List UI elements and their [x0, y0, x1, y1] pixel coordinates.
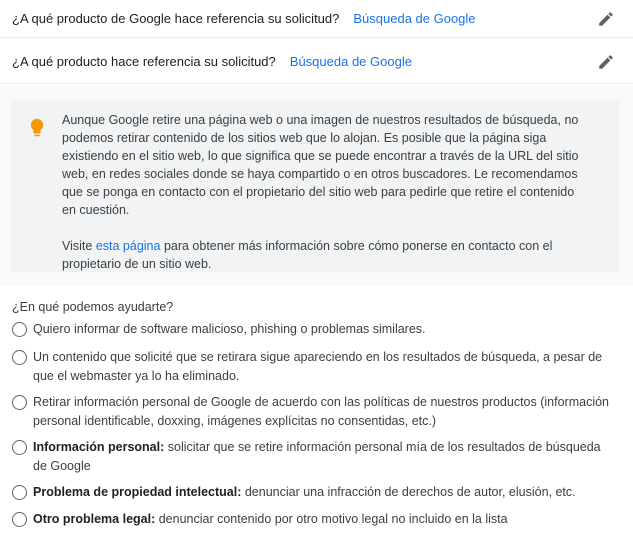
- question-label: ¿A qué producto de Google hace referenci…: [12, 11, 340, 26]
- option-other-legal-issue[interactable]: Otro problema legal: denunciar contenido…: [12, 510, 612, 529]
- info-text-prefix: Visite: [62, 239, 96, 253]
- radio-button[interactable]: [12, 484, 27, 500]
- info-section: Aunque Google retire una página web o un…: [0, 86, 633, 286]
- option-label: Un contenido que solicité que se retirar…: [33, 350, 603, 383]
- info-callout: Aunque Google retire una página web o un…: [11, 100, 619, 272]
- pencil-icon[interactable]: [597, 53, 615, 71]
- radio-button[interactable]: [12, 439, 27, 455]
- info-paragraph: Aunque Google retire una página web o un…: [62, 113, 579, 217]
- info-text: Aunque Google retire una página web o un…: [62, 111, 582, 273]
- lightbulb-icon: [30, 118, 44, 137]
- option-label: Información personal: solicitar que se r…: [33, 440, 601, 473]
- this-page-link[interactable]: esta página: [96, 239, 161, 253]
- radio-button[interactable]: [12, 349, 27, 365]
- option-intellectual-property[interactable]: Problema de propiedad intelectual: denun…: [12, 483, 612, 502]
- option-label: Retirar información personal de Google d…: [33, 395, 610, 428]
- option-remove-personal-info-policies[interactable]: Retirar información personal de Google d…: [12, 393, 612, 430]
- question-answer: Búsqueda de Google: [353, 11, 476, 26]
- question-row-product: ¿A qué producto hace referencia su solic…: [0, 40, 633, 84]
- option-label: Otro problema legal: denunciar contenido…: [33, 512, 508, 526]
- question-answer: Búsqueda de Google: [289, 54, 412, 69]
- question-row-product-google: ¿A qué producto de Google hace referenci…: [0, 0, 633, 38]
- radio-button[interactable]: [12, 321, 27, 337]
- pencil-icon[interactable]: [597, 10, 615, 28]
- option-content-still-appearing[interactable]: Un contenido que solicité que se retirar…: [12, 348, 612, 385]
- help-question-title: ¿En qué podemos ayudarte?: [12, 300, 174, 314]
- option-malware-phishing[interactable]: Quiero informar de software malicioso, p…: [12, 320, 612, 339]
- radio-button[interactable]: [12, 394, 27, 410]
- radio-button[interactable]: [12, 511, 27, 527]
- question-label: ¿A qué producto hace referencia su solic…: [12, 54, 276, 69]
- option-label: Quiero informar de software malicioso, p…: [33, 322, 426, 336]
- option-personal-information[interactable]: Información personal: solicitar que se r…: [12, 438, 612, 475]
- option-label: Problema de propiedad intelectual: denun…: [33, 485, 576, 499]
- removal-request-form: ¿A qué producto de Google hace referenci…: [0, 0, 633, 542]
- info-paragraph-contact: Visite esta página para obtener más info…: [62, 237, 582, 273]
